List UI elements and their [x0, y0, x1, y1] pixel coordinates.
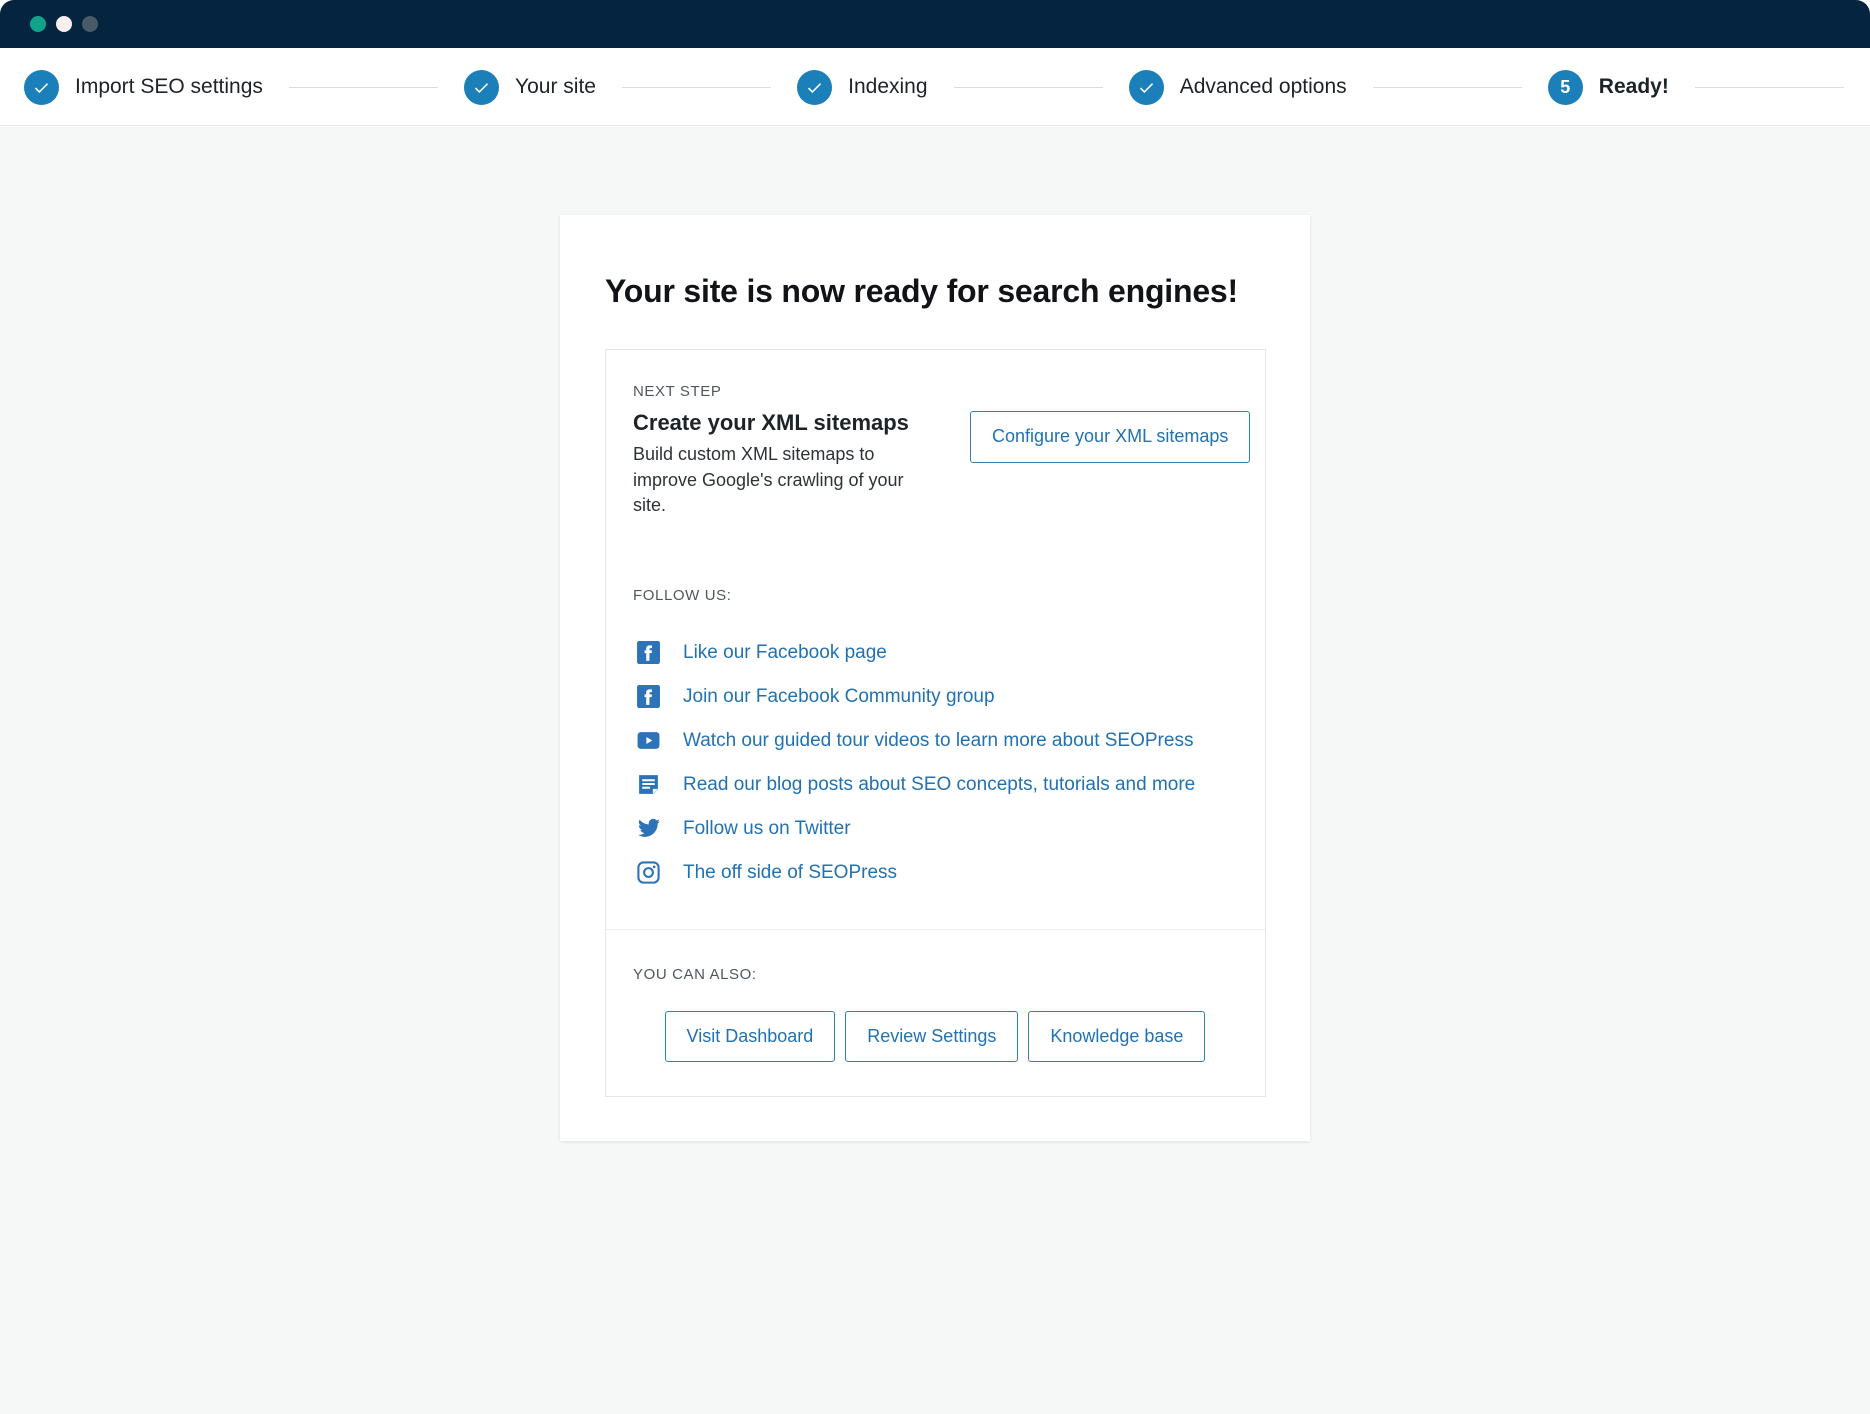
follow-item-label: Follow us on Twitter	[683, 817, 851, 839]
maximize-button[interactable]	[82, 16, 98, 32]
step-label: Advanced options	[1179, 75, 1347, 98]
step-label: Import SEO settings	[75, 75, 263, 98]
review-settings-button[interactable]: Review Settings	[845, 1010, 1019, 1063]
link-blog-posts[interactable]: Read our blog posts about SEO concepts, …	[633, 763, 1237, 807]
you-can-also-buttons: Visit Dashboard Review Settings Knowledg…	[633, 1010, 1237, 1063]
knowledge-base-button[interactable]: Knowledge base	[1028, 1010, 1206, 1063]
info-panel: NEXT STEP Create your XML sitemaps Build…	[605, 349, 1266, 1098]
twitter-icon	[636, 816, 661, 841]
check-icon	[464, 69, 500, 105]
step-number: 5	[1560, 77, 1571, 97]
check-icon	[24, 69, 59, 105]
step-ready[interactable]: 5 Ready!	[1547, 69, 1669, 105]
next-step-text: NEXT STEP Create your XML sitemaps Build…	[633, 383, 938, 519]
check-icon	[797, 69, 833, 105]
check-icon	[1128, 69, 1164, 105]
step-indexing[interactable]: Indexing	[797, 69, 928, 105]
step-advanced-options[interactable]: Advanced options	[1128, 69, 1347, 105]
facebook-icon	[636, 684, 661, 709]
next-step-eyebrow: NEXT STEP	[633, 383, 722, 400]
next-step-section: NEXT STEP Create your XML sitemaps Build…	[606, 350, 1265, 551]
link-instagram[interactable]: The off side of SEOPress	[633, 851, 1237, 895]
instagram-icon	[636, 860, 661, 885]
follow-item-label: Watch our guided tour videos to learn mo…	[683, 729, 1194, 751]
step-connector	[1372, 86, 1522, 88]
content-area: Your site is now ready for search engine…	[0, 127, 1870, 1414]
step-label: Indexing	[848, 75, 928, 98]
follow-item-label: Read our blog posts about SEO concepts, …	[683, 773, 1196, 795]
step-import-seo-settings[interactable]: Import SEO settings	[24, 69, 263, 105]
title-bar	[0, 0, 1870, 48]
visit-dashboard-button[interactable]: Visit Dashboard	[664, 1010, 836, 1063]
follow-item-label: The off side of SEOPress	[683, 861, 898, 883]
facebook-icon	[636, 640, 661, 665]
next-step-description: Build custom XML sitemaps to improve Goo…	[633, 444, 904, 516]
step-number-badge: 5	[1547, 69, 1583, 105]
follow-item-label: Join our Facebook Community group	[683, 685, 995, 707]
page-title: Your site is now ready for search engine…	[605, 273, 1238, 309]
wizard-stepper: Import SEO settings Your site Indexing A…	[0, 48, 1870, 126]
minimize-button[interactable]	[56, 16, 72, 32]
traffic-lights	[30, 16, 98, 32]
next-step-heading: Create your XML sitemaps	[633, 410, 909, 435]
step-your-site[interactable]: Your site	[464, 69, 596, 105]
you-can-also-section: YOU CAN ALSO: Visit Dashboard Review Set…	[606, 928, 1265, 1097]
link-facebook-community-group[interactable]: Join our Facebook Community group	[633, 675, 1237, 719]
stepper-band: Import SEO settings Your site Indexing A…	[0, 48, 1870, 126]
follow-us-eyebrow: FOLLOW US:	[633, 586, 732, 604]
next-step-action: Configure your XML sitemaps	[970, 383, 1251, 463]
step-label: Your site	[515, 75, 596, 98]
step-connector	[288, 86, 439, 88]
browser-window: Import SEO settings Your site Indexing A…	[0, 0, 1870, 1414]
step-connector	[953, 86, 1103, 88]
follow-us-section: FOLLOW US: Like our Facebook page Join o…	[606, 551, 1265, 929]
follow-us-list: Like our Facebook page Join our Facebook…	[633, 631, 1237, 895]
link-twitter[interactable]: Follow us on Twitter	[633, 807, 1237, 851]
youtube-icon	[636, 728, 661, 753]
ready-card: Your site is now ready for search engine…	[560, 215, 1310, 1142]
you-can-also-eyebrow: YOU CAN ALSO:	[633, 965, 757, 983]
step-connector	[1694, 86, 1844, 88]
configure-xml-sitemaps-button[interactable]: Configure your XML sitemaps	[970, 411, 1251, 463]
close-button[interactable]	[30, 16, 46, 32]
link-guided-tour-videos[interactable]: Watch our guided tour videos to learn mo…	[633, 719, 1237, 763]
follow-item-label: Like our Facebook page	[683, 641, 887, 663]
step-connector	[622, 86, 772, 88]
step-label: Ready!	[1598, 75, 1669, 98]
blog-icon	[636, 772, 661, 797]
link-facebook-page[interactable]: Like our Facebook page	[633, 631, 1237, 675]
